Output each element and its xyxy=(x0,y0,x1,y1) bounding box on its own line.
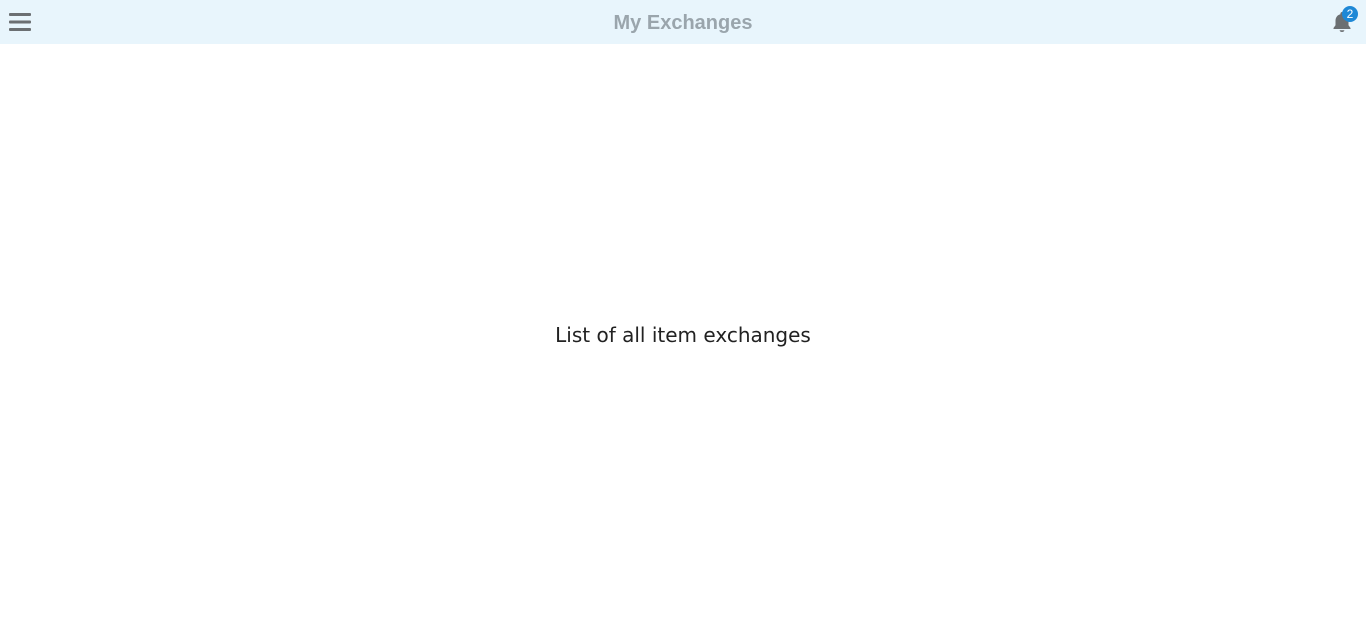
empty-state-message: List of all item exchanges xyxy=(555,323,811,347)
hamburger-menu-icon xyxy=(9,13,31,31)
notifications-button[interactable]: 2 xyxy=(1328,6,1358,38)
menu-button[interactable] xyxy=(6,8,34,36)
top-bar: My Exchanges 2 xyxy=(0,0,1366,44)
notification-count-badge: 2 xyxy=(1342,6,1358,22)
app-window: My Exchanges 2 List of all item exchange… xyxy=(0,0,1366,623)
page-title: My Exchanges xyxy=(613,12,753,34)
main-content: List of all item exchanges xyxy=(0,44,1366,623)
